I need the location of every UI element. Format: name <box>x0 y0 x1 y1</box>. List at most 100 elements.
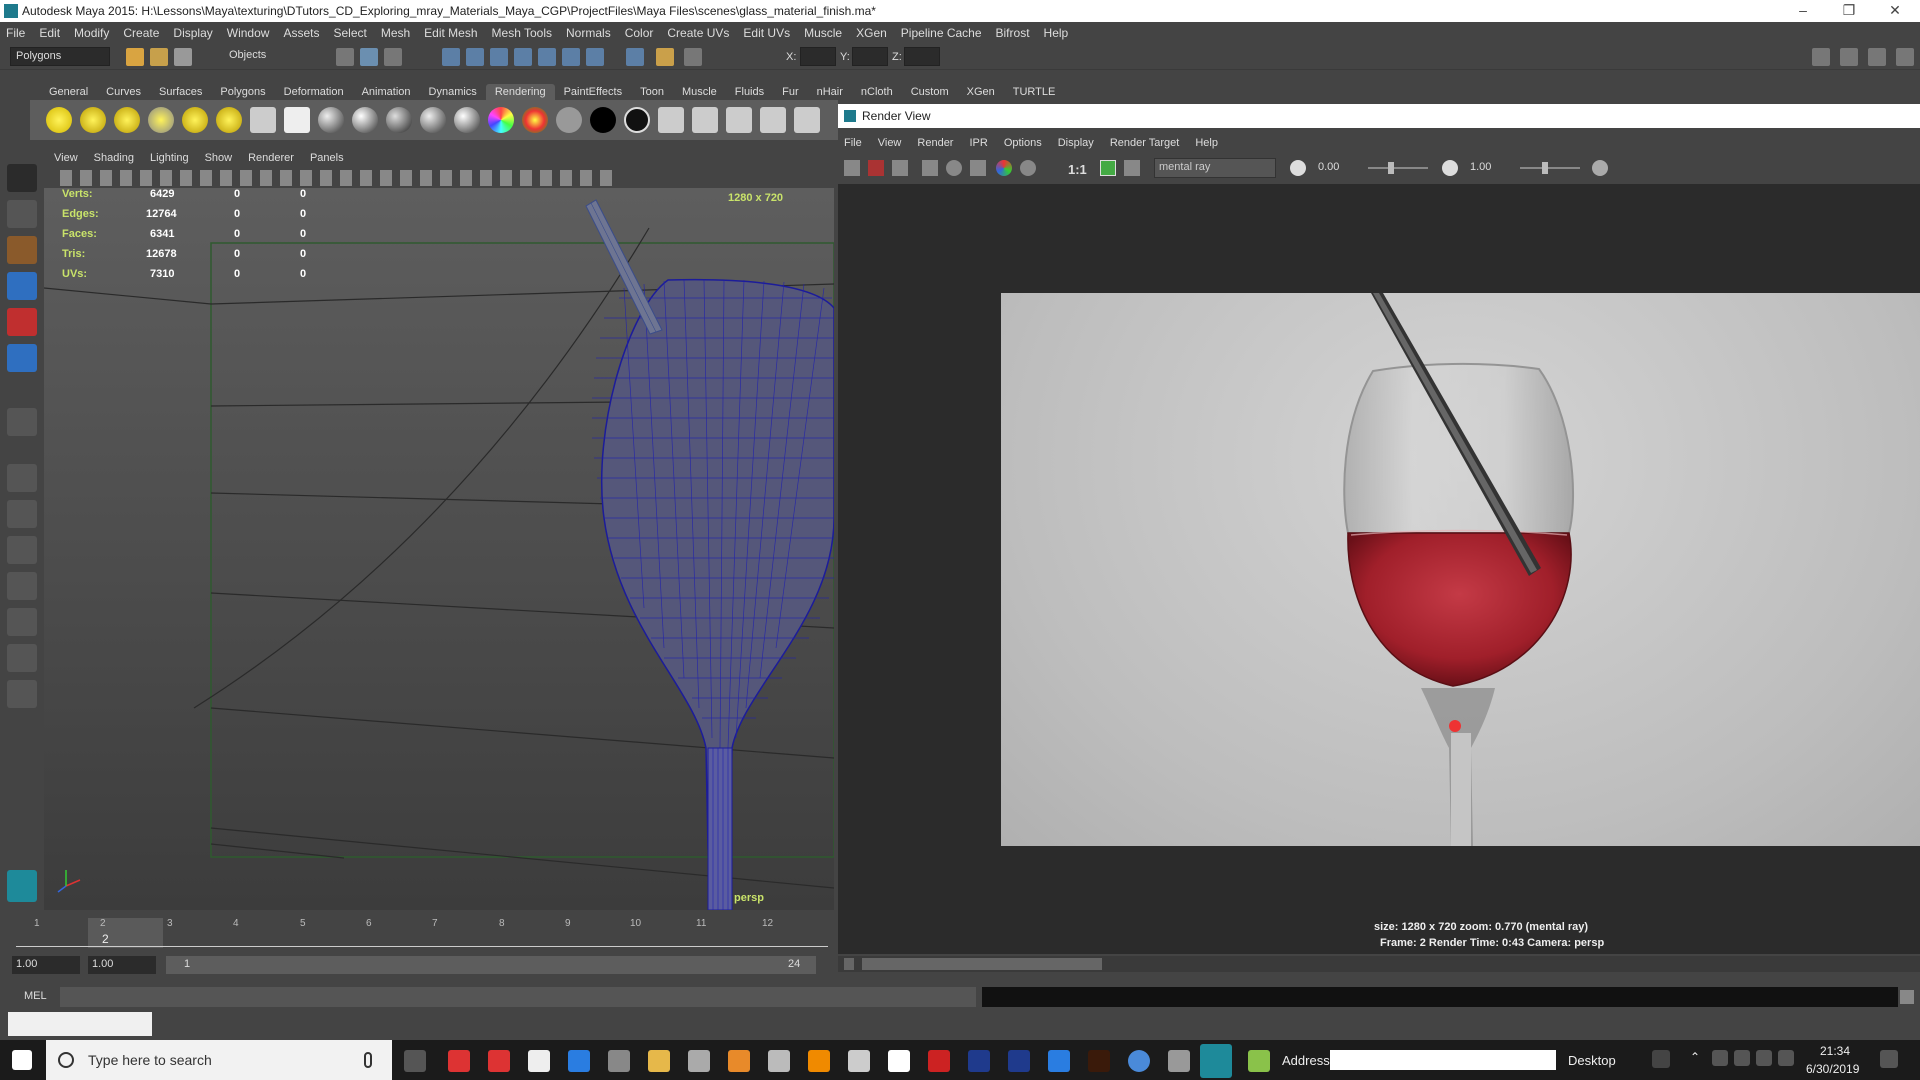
shading-map-icon[interactable] <box>624 107 650 133</box>
notification-icon[interactable] <box>1880 1050 1898 1068</box>
microphone-icon[interactable] <box>364 1052 372 1068</box>
redo-render-icon[interactable] <box>844 160 860 176</box>
vp-menu-show[interactable]: Show <box>205 152 233 164</box>
snap-surface-icon[interactable] <box>538 48 556 66</box>
app-icon[interactable] <box>688 1050 710 1072</box>
tab-fur[interactable]: Fur <box>773 84 808 100</box>
clock-date[interactable]: 6/30/2019 <box>1806 1062 1859 1076</box>
ipr-icon[interactable] <box>868 160 884 176</box>
render-view-shelf-icon[interactable] <box>760 107 786 133</box>
menu-bifrost[interactable]: Bifrost <box>996 26 1030 40</box>
ramp-shader-icon[interactable] <box>522 107 548 133</box>
four-view-layout-icon[interactable] <box>7 500 37 528</box>
snap-grid-icon[interactable] <box>442 48 460 66</box>
taskbar-search-box[interactable]: Type here to search <box>46 1040 392 1080</box>
spot-light-icon[interactable] <box>148 107 174 133</box>
menu-create-uvs[interactable]: Create UVs <box>667 26 729 40</box>
rv-menu-file[interactable]: File <box>844 137 862 149</box>
illustrator-icon[interactable] <box>1088 1050 1110 1072</box>
use-background-shader-icon[interactable] <box>590 107 616 133</box>
lock-icon[interactable] <box>656 48 674 66</box>
snap-curve-icon[interactable] <box>466 48 484 66</box>
hypershade-window-icon[interactable] <box>794 107 820 133</box>
menu-file[interactable]: File <box>6 26 25 40</box>
tab-dynamics[interactable]: Dynamics <box>420 84 486 100</box>
settings-app-icon[interactable] <box>608 1050 630 1072</box>
edge-browser-icon[interactable] <box>1048 1050 1070 1072</box>
scroll-thumb[interactable] <box>862 958 1102 970</box>
rv-menu-render-target[interactable]: Render Target <box>1110 137 1180 149</box>
command-input[interactable] <box>60 987 976 1007</box>
vp-menu-lighting[interactable]: Lighting <box>150 152 189 164</box>
gift-app-icon[interactable] <box>488 1050 510 1072</box>
manipulator-tool-icon[interactable] <box>7 408 37 436</box>
network-icon[interactable] <box>1756 1050 1772 1066</box>
tab-deformation[interactable]: Deformation <box>275 84 353 100</box>
phonge-shader-icon[interactable] <box>420 107 446 133</box>
new-scene-icon[interactable] <box>126 48 144 66</box>
y-field[interactable] <box>852 47 888 66</box>
start-time-field[interactable]: 1.00 <box>12 956 80 974</box>
vp-menu-view[interactable]: View <box>54 152 78 164</box>
tab-muscle[interactable]: Muscle <box>673 84 726 100</box>
batch-render-icon[interactable] <box>726 107 752 133</box>
help-icon[interactable] <box>626 48 644 66</box>
battery-icon[interactable] <box>1712 1050 1728 1066</box>
paint-select-tool-icon[interactable] <box>7 236 37 264</box>
tab-curves[interactable]: Curves <box>97 84 150 100</box>
menu-help[interactable]: Help <box>1044 26 1069 40</box>
script-editor-icon[interactable] <box>1900 990 1914 1004</box>
tab-painteffects[interactable]: PaintEffects <box>555 84 632 100</box>
scale-tool-icon[interactable] <box>7 344 37 372</box>
clock-time[interactable]: 21:34 <box>1820 1044 1850 1058</box>
menu-edit-uvs[interactable]: Edit UVs <box>743 26 790 40</box>
people-icon[interactable] <box>1652 1050 1670 1068</box>
custom-layout-icon[interactable] <box>7 680 37 708</box>
app-icon[interactable] <box>768 1050 790 1072</box>
menu-muscle[interactable]: Muscle <box>804 26 842 40</box>
blinn-shader-icon[interactable] <box>352 107 378 133</box>
vp-menu-panels[interactable]: Panels <box>310 152 344 164</box>
persp-outliner-layout-icon[interactable] <box>7 536 37 564</box>
tab-turtle[interactable]: TURTLE <box>1004 84 1065 100</box>
volume-icon[interactable] <box>1778 1050 1794 1066</box>
layered-shader-icon[interactable] <box>488 107 514 133</box>
ambient-light-icon[interactable] <box>46 107 72 133</box>
tab-custom[interactable]: Custom <box>902 84 958 100</box>
gamma-slider-handle[interactable] <box>1542 162 1548 174</box>
vlc-icon[interactable] <box>808 1050 830 1072</box>
calculator-icon[interactable] <box>528 1050 550 1072</box>
history-icon[interactable] <box>586 48 604 66</box>
modeling-toolkit-icon[interactable] <box>1812 48 1830 66</box>
range-bar[interactable] <box>166 956 816 974</box>
tool-settings-icon[interactable] <box>1868 48 1886 66</box>
photoshop-icon[interactable] <box>968 1050 990 1072</box>
render-settings-shelf-icon[interactable] <box>284 107 310 133</box>
attribute-editor-icon[interactable] <box>1840 48 1858 66</box>
real-size-label[interactable]: 1:1 <box>1068 162 1087 177</box>
rotate-tool-icon[interactable] <box>7 308 37 336</box>
tab-ncloth[interactable]: nCloth <box>852 84 902 100</box>
exposure-slider[interactable] <box>1368 167 1428 169</box>
panel-toolbar-icons[interactable] <box>60 170 620 186</box>
mode-dropdown[interactable]: Polygons <box>10 47 110 66</box>
keep-image-icon[interactable] <box>970 160 986 176</box>
menu-modify[interactable]: Modify <box>74 26 109 40</box>
exposure-icon[interactable] <box>1290 160 1306 176</box>
select-tool-icon[interactable] <box>7 164 37 192</box>
snapshot-icon[interactable] <box>892 160 908 176</box>
chevron-up-icon[interactable]: ⌃ <box>1690 1050 1712 1072</box>
scroll-left-icon[interactable] <box>844 958 854 970</box>
document-icon[interactable] <box>888 1050 910 1072</box>
exposure-slider-handle[interactable] <box>1388 162 1394 174</box>
command-language-label[interactable]: MEL <box>24 990 47 1002</box>
render-current-frame-icon[interactable] <box>658 107 684 133</box>
menu-normals[interactable]: Normals <box>566 26 611 40</box>
x-field[interactable] <box>800 47 836 66</box>
app-icon[interactable] <box>1248 1050 1270 1072</box>
volume-light-icon[interactable] <box>216 107 242 133</box>
store-icon[interactable] <box>568 1050 590 1072</box>
rv-menu-render[interactable]: Render <box>917 137 953 149</box>
lambert-shader-icon[interactable] <box>318 107 344 133</box>
close-button[interactable]: ✕ <box>1872 0 1918 22</box>
